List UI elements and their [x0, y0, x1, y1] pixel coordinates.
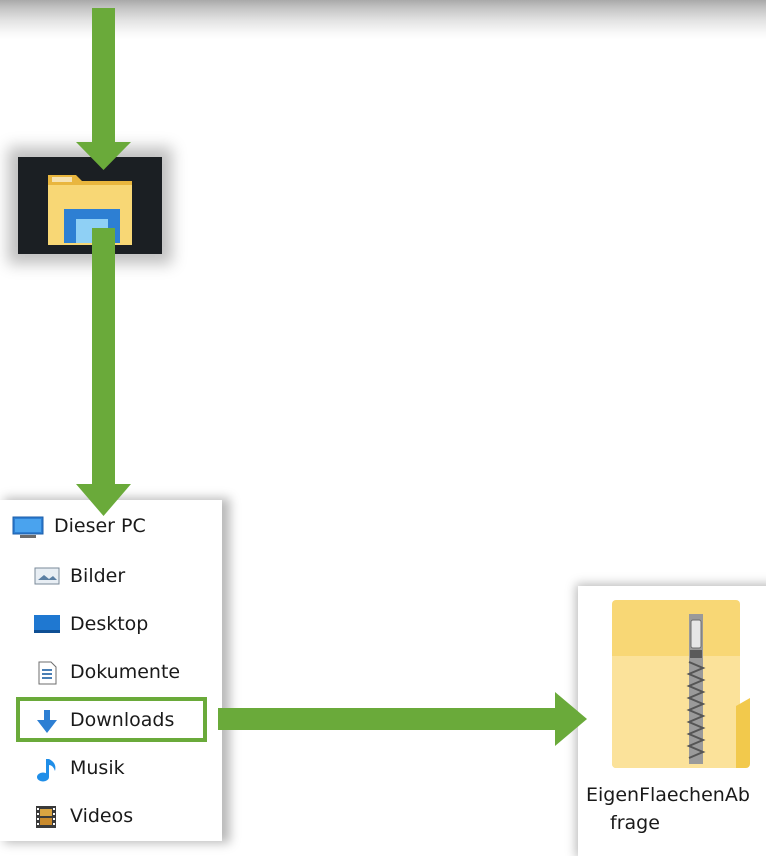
- arrow-to-this-pc: [76, 228, 131, 516]
- instruction-arrows: [76, 8, 587, 746]
- arrow-to-explorer-icon: [76, 8, 131, 170]
- arrow-to-zip-file: [218, 692, 587, 746]
